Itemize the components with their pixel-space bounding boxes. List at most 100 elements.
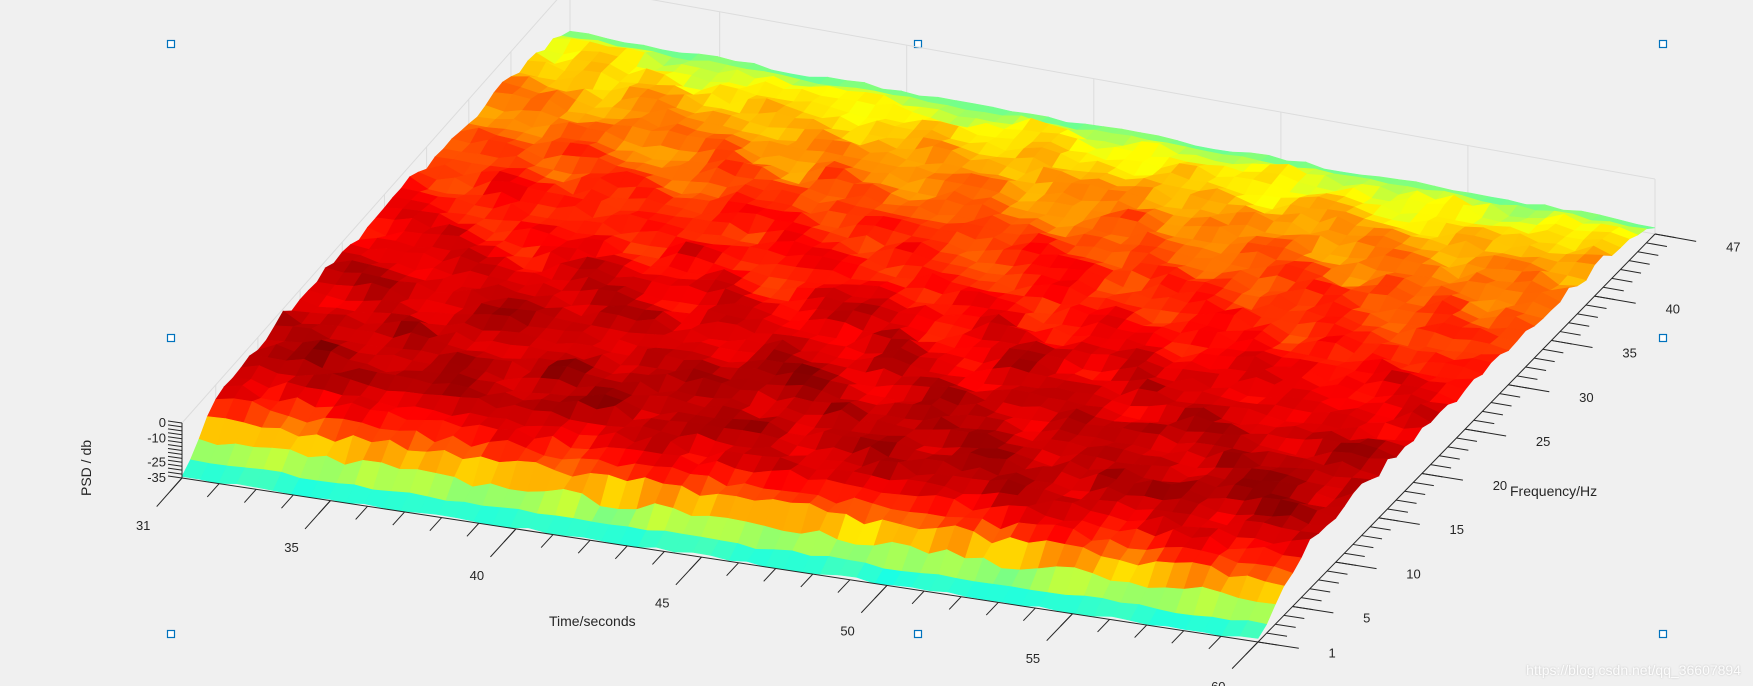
x-tick-label: 31 xyxy=(136,518,150,533)
x-minor-tick xyxy=(392,511,405,526)
x-minor-tick xyxy=(1022,607,1036,622)
x-minor-tick xyxy=(911,590,925,605)
z-minor-tick xyxy=(167,432,183,436)
y-minor-tick xyxy=(1577,313,1598,318)
y-tick-label: 20 xyxy=(1493,478,1507,493)
y-minor-tick xyxy=(1404,490,1426,496)
y-minor-tick xyxy=(1370,526,1391,531)
y-minor-tick xyxy=(1611,277,1633,283)
y-axis-title: Frequency/Hz xyxy=(1510,483,1597,499)
y-major-tick xyxy=(1594,295,1636,304)
z-minor-tick xyxy=(167,436,183,440)
y-tick-label: 1 xyxy=(1328,646,1335,661)
x-minor-tick xyxy=(355,505,368,520)
x-major-tick xyxy=(304,500,331,530)
x-minor-tick xyxy=(577,539,591,554)
y-minor-tick xyxy=(1387,508,1408,513)
y-minor-tick xyxy=(1318,579,1339,584)
x-tick-label: 55 xyxy=(1026,651,1040,666)
x-minor-tick xyxy=(1097,619,1110,633)
z-minor-tick xyxy=(167,424,183,428)
selection-handle[interactable] xyxy=(166,333,176,343)
x-minor-tick xyxy=(985,602,999,616)
x-minor-tick xyxy=(614,545,628,560)
y-major-tick xyxy=(1292,606,1334,614)
y-minor-tick xyxy=(1542,348,1564,354)
z-minor-tick xyxy=(167,475,183,479)
z-tick-label: -25 xyxy=(147,454,166,469)
selection-handle[interactable] xyxy=(1658,333,1668,343)
y-major-tick xyxy=(1551,339,1593,348)
x-major-tick xyxy=(1231,641,1259,669)
selection-handle[interactable] xyxy=(166,39,176,49)
x-axis-title: Time/seconds xyxy=(549,613,636,629)
x-tick-label: 50 xyxy=(840,623,854,638)
x-tick-label: 60 xyxy=(1211,679,1225,686)
y-major-tick xyxy=(1335,561,1377,570)
x-minor-tick xyxy=(1171,630,1185,644)
z-minor-tick xyxy=(167,428,183,432)
y-tick-label: 35 xyxy=(1622,346,1636,361)
y-minor-tick xyxy=(1447,446,1469,451)
z-minor-tick xyxy=(167,451,183,455)
y-tick-label: 30 xyxy=(1579,390,1593,405)
y-tick-label: 10 xyxy=(1406,566,1420,581)
x-minor-tick xyxy=(206,483,220,498)
y-minor-tick xyxy=(1275,623,1296,628)
z-minor-tick xyxy=(167,420,183,424)
selection-handle[interactable] xyxy=(1658,39,1668,49)
x-major-tick xyxy=(860,585,888,614)
y-minor-tick xyxy=(1499,393,1521,398)
y-minor-tick xyxy=(1344,552,1365,558)
x-minor-tick xyxy=(466,522,480,537)
z-tick-label: -10 xyxy=(147,431,166,446)
z-minor-tick xyxy=(167,463,183,467)
psd-axis: 0-10 -25-35 xyxy=(147,415,183,485)
y-minor-tick xyxy=(1361,535,1383,540)
y-minor-tick xyxy=(1637,251,1659,256)
z-minor-tick xyxy=(167,471,183,475)
y-tick-label: 40 xyxy=(1666,301,1680,316)
x-minor-tick xyxy=(281,494,294,509)
x-minor-tick xyxy=(244,488,257,503)
x-minor-tick xyxy=(1134,624,1148,638)
x-minor-tick xyxy=(429,517,443,532)
y-major-tick xyxy=(1465,428,1507,437)
y-minor-tick xyxy=(1473,419,1495,425)
x-major-tick xyxy=(490,528,517,558)
y-major-tick xyxy=(1257,641,1299,649)
y-minor-tick xyxy=(1430,464,1452,469)
x-tick-label: 45 xyxy=(655,596,669,611)
y-minor-tick xyxy=(1568,322,1590,327)
y-major-tick xyxy=(1421,472,1464,481)
x-minor-tick xyxy=(652,551,665,565)
y-minor-tick xyxy=(1309,588,1331,593)
y-minor-tick xyxy=(1559,331,1581,336)
y-minor-tick xyxy=(1525,366,1547,372)
y-minor-tick xyxy=(1413,481,1434,487)
z-minor-tick xyxy=(167,440,183,444)
y-minor-tick xyxy=(1301,597,1322,602)
selection-handle[interactable] xyxy=(166,629,176,639)
x-minor-tick xyxy=(948,596,962,610)
y-tick-label: 5 xyxy=(1363,610,1370,625)
selection-handle[interactable] xyxy=(913,629,923,639)
y-minor-tick xyxy=(1585,304,1607,310)
y-minor-tick xyxy=(1283,614,1305,620)
selection-handle[interactable] xyxy=(1658,629,1668,639)
y-tick-label: 25 xyxy=(1536,434,1550,449)
z-axis-title: PSD / db xyxy=(78,440,94,496)
y-minor-tick xyxy=(1620,268,1642,274)
y-major-tick xyxy=(1654,233,1697,242)
x-minor-tick xyxy=(800,573,814,588)
y-minor-tick xyxy=(1516,375,1538,380)
z-minor-tick xyxy=(167,455,183,459)
y-minor-tick xyxy=(1396,499,1417,504)
z-minor-tick xyxy=(167,448,183,451)
x-minor-tick xyxy=(726,562,739,577)
y-minor-tick xyxy=(1456,437,1478,442)
y-major-tick xyxy=(1378,517,1420,525)
y-major-tick xyxy=(1508,384,1550,393)
y-minor-tick xyxy=(1352,543,1374,549)
x-minor-tick xyxy=(837,579,851,593)
